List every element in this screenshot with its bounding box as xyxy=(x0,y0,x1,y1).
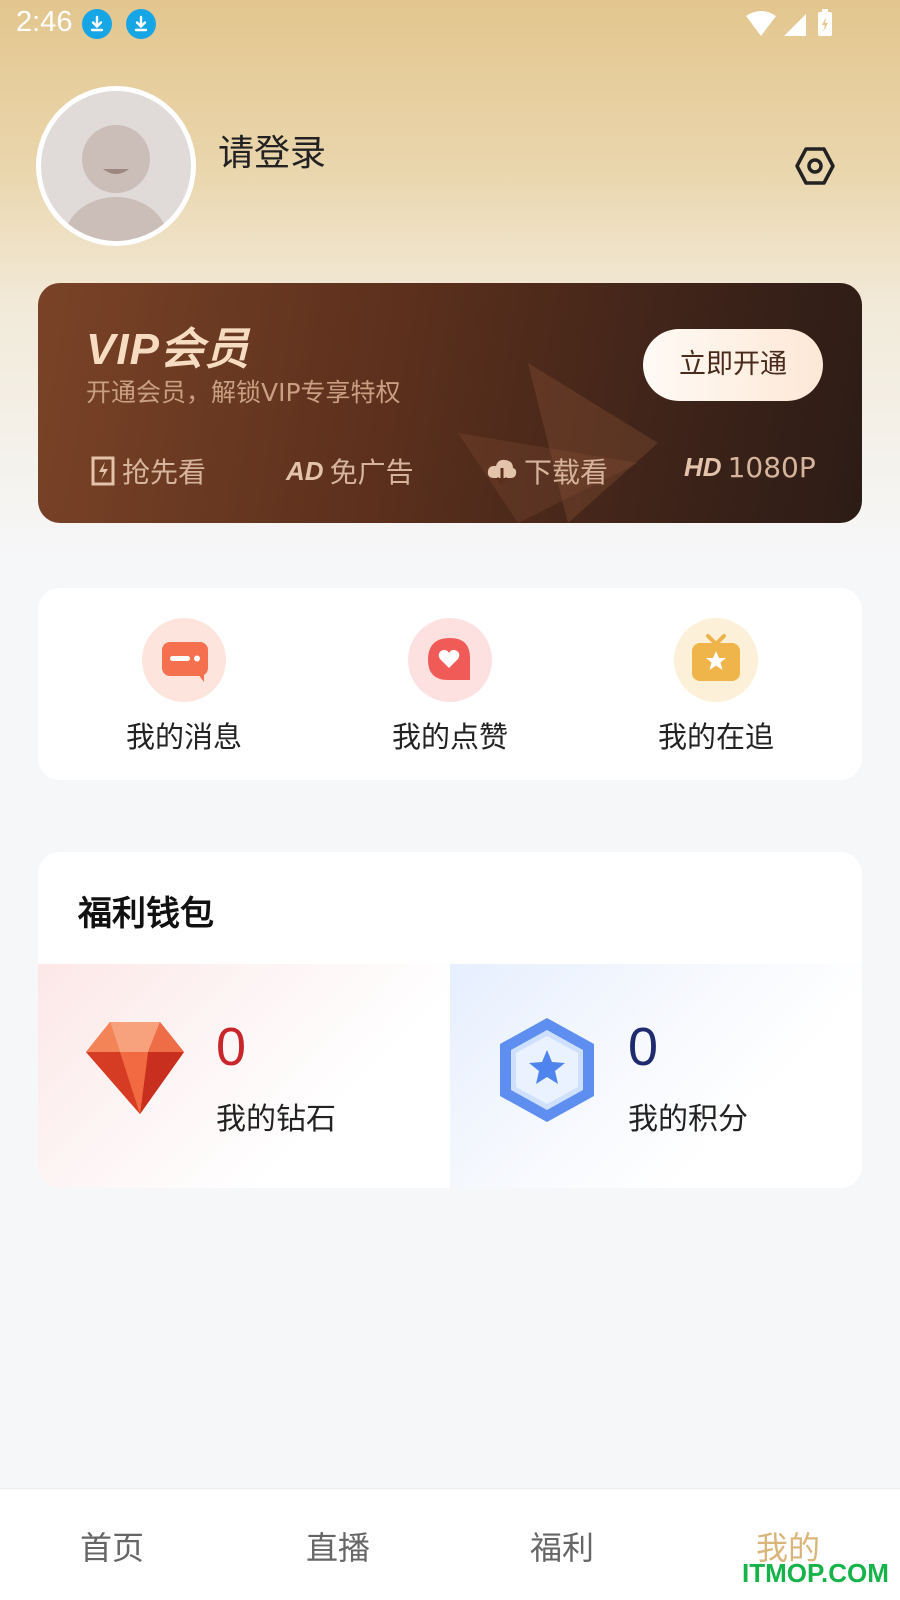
diamond-icon xyxy=(86,1022,184,1114)
vip-card[interactable]: VIP会员 开通会员，解锁VIP专享特权 立即开通 抢先看 AD 免广告 下载看… xyxy=(38,283,862,523)
cloud-download-icon xyxy=(487,459,517,486)
quick-action-label: 我的在追 xyxy=(657,720,774,754)
vip-feature-download: 下载看 xyxy=(486,451,608,491)
hexagon-star-icon xyxy=(500,1018,594,1122)
points-count: 0 xyxy=(628,1017,659,1077)
status-indicators-icon xyxy=(746,9,832,36)
ad-icon: AD xyxy=(286,455,324,486)
wallet-card: 福利钱包 0 我的钻石 0 我的积分 xyxy=(38,852,862,1188)
vip-feature-label: 免广告 xyxy=(329,456,414,489)
quick-actions-card: 我的消息 我的点赞 我的在追 xyxy=(38,588,862,780)
default-avatar-icon xyxy=(41,91,191,241)
nav-live[interactable]: 直播 xyxy=(258,1523,418,1569)
watermark: ITMOP.COM xyxy=(742,1558,889,1588)
my-following-button[interactable]: 我的在追 xyxy=(616,618,816,756)
hd-icon: HD xyxy=(684,452,722,482)
my-points-item[interactable]: 0 我的积分 xyxy=(450,964,862,1188)
diamond-label: 我的钻石 xyxy=(216,1102,336,1137)
lightning-icon xyxy=(91,456,115,486)
vip-feature-early-access: 抢先看 xyxy=(90,451,206,491)
my-messages-button[interactable]: 我的消息 xyxy=(84,618,284,756)
vip-title: VIP会员 xyxy=(86,325,250,374)
quick-action-label: 我的点赞 xyxy=(391,720,508,754)
status-time: 2:46 xyxy=(16,6,73,38)
settings-icon[interactable] xyxy=(794,145,836,187)
status-bar: 2:46 xyxy=(0,0,900,48)
my-diamonds-item[interactable]: 0 我的钻石 xyxy=(38,964,450,1188)
wallet-title: 福利钱包 xyxy=(78,894,214,934)
download-notification-icon xyxy=(126,9,156,39)
heart-icon xyxy=(408,618,492,702)
diamond-count: 0 xyxy=(216,1017,247,1077)
activate-vip-button[interactable]: 立即开通 xyxy=(643,329,823,401)
vip-feature-label: 抢先看 xyxy=(122,456,207,489)
vip-feature-label: 下载看 xyxy=(524,456,609,489)
vip-subtitle: 开通会员，解锁VIP专享特权 xyxy=(86,378,401,407)
nav-home[interactable]: 首页 xyxy=(32,1523,192,1569)
avatar[interactable] xyxy=(36,86,196,246)
points-label: 我的积分 xyxy=(628,1102,748,1137)
message-icon xyxy=(142,618,226,702)
tv-star-icon xyxy=(674,618,758,702)
quick-action-label: 我的消息 xyxy=(125,720,242,754)
vip-feature-no-ads: AD 免广告 xyxy=(286,451,414,491)
my-likes-button[interactable]: 我的点赞 xyxy=(350,618,550,756)
nav-welfare[interactable]: 福利 xyxy=(482,1523,642,1569)
download-notification-icon xyxy=(82,9,112,39)
login-prompt[interactable]: 请登录 xyxy=(218,124,326,176)
vip-feature-hd: HD 1080P xyxy=(684,451,816,484)
vip-feature-label: 1080P xyxy=(727,451,816,484)
